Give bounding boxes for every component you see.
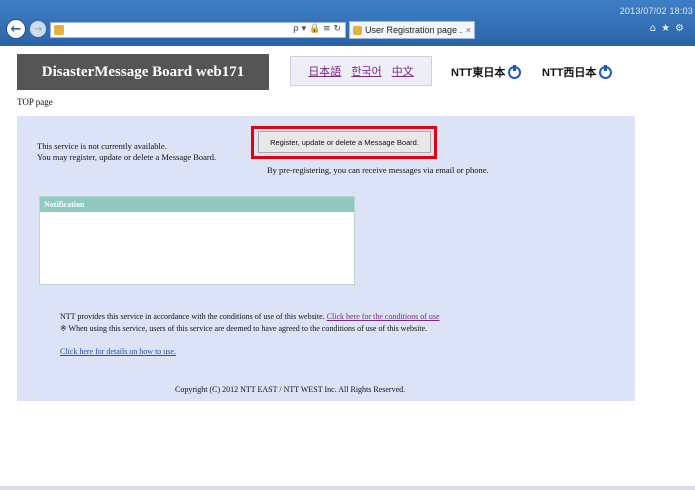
terms-text: NTT provides this service in accordance … — [60, 312, 325, 321]
system-clock: 2013/07/02 18:03 — [619, 6, 693, 16]
status-text: This service is not currently available. — [37, 141, 167, 151]
lang-link-chinese[interactable]: 中文 — [392, 63, 414, 79]
howto-link[interactable]: Click here for details on how to use. — [60, 347, 176, 356]
address-tools[interactable]: ρ ▾ 🔒 ≡ ↻ — [293, 24, 341, 34]
forward-arrow-icon[interactable]: → — [30, 21, 46, 37]
terms-line: NTT provides this service in accordance … — [60, 312, 440, 321]
ntt-east-logo: NTT東日本 — [451, 64, 522, 80]
highlight-frame — [251, 126, 437, 159]
status-text: You may register, update or delete a Mes… — [37, 152, 217, 162]
browser-actions[interactable]: ⌂★⚙ — [650, 23, 689, 34]
ntt-logo-icon — [599, 64, 613, 79]
lang-link-japanese[interactable]: 日本語 — [308, 63, 341, 79]
address-bar[interactable]: ρ ▾ 🔒 ≡ ↻ — [50, 22, 346, 38]
page-icon — [353, 25, 362, 35]
terms-note: ※ When using this service, users of this… — [60, 324, 428, 333]
browser-toolbar: 2013/07/02 18:03 ← → ρ ▾ 🔒 ≡ ↻ User Regi… — [0, 0, 695, 46]
language-selector: 日本語 한국어 中文 — [290, 56, 432, 86]
notification-panel: Notification — [39, 196, 355, 285]
tab-label: User Registration page ... — [365, 25, 463, 35]
page-icon — [54, 25, 64, 35]
ntt-east-text: NTT東日本 — [451, 67, 506, 79]
notification-header: Notification — [40, 197, 354, 212]
ntt-west-logo: NTT西日本 — [542, 64, 613, 80]
conditions-link[interactable]: Click here for the conditions of use — [327, 312, 440, 321]
site-logo: DisasterMessage Board web171 — [17, 54, 269, 90]
browser-tab[interactable]: User Registration page ... × — [349, 21, 475, 39]
close-icon[interactable]: × — [466, 25, 471, 35]
ntt-logo-icon — [508, 64, 522, 79]
window-bottom-edge — [0, 486, 695, 490]
back-arrow-icon[interactable]: ← — [6, 19, 26, 39]
breadcrumb: TOP page — [17, 97, 53, 107]
lang-link-korean[interactable]: 한국어 — [351, 63, 381, 79]
prereg-text: By pre-registering, you can receive mess… — [267, 165, 489, 175]
copyright-text: Copyright (C) 2012 NTT EAST / NTT WEST I… — [175, 385, 406, 394]
ntt-west-text: NTT西日本 — [542, 67, 597, 79]
